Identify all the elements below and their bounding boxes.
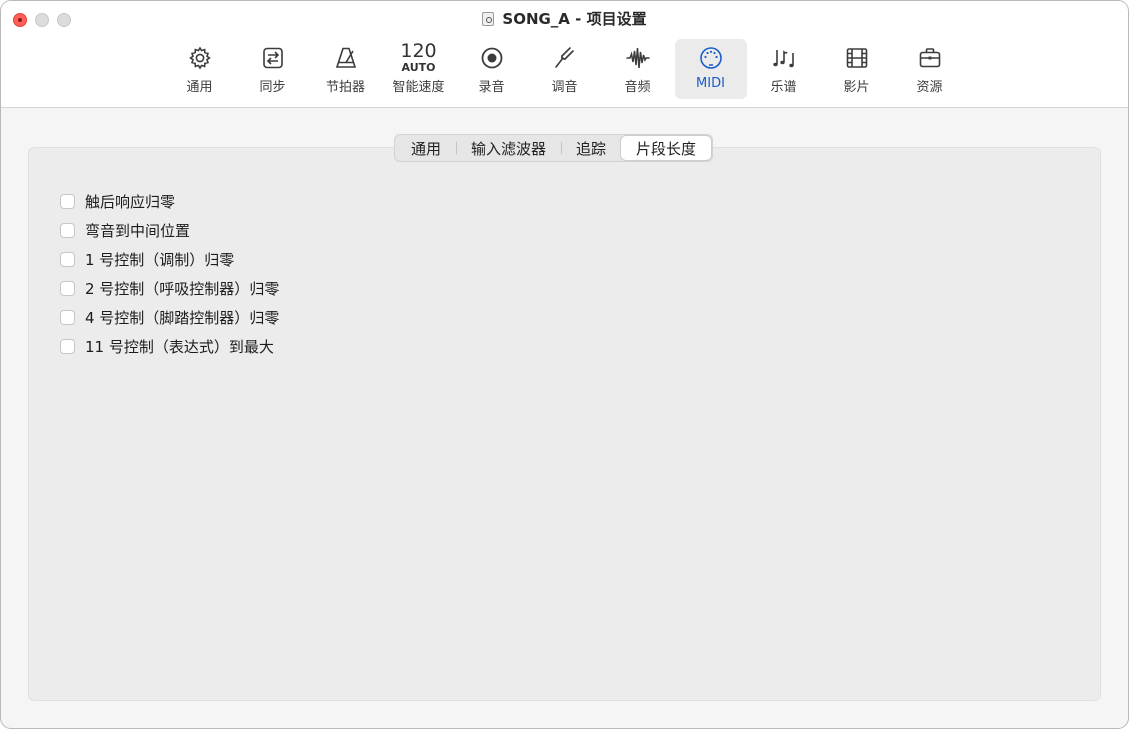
tab-general[interactable]: 通用: [396, 136, 456, 160]
toolbar-score[interactable]: 乐谱: [748, 39, 820, 99]
toolbar-smart-tempo[interactable]: 120 AUTO 智能速度: [383, 39, 455, 99]
toolbar-tuning-label: 调音: [551, 80, 578, 95]
film-icon: [844, 45, 870, 71]
document-icon: [482, 12, 495, 26]
option-cc2-reset: 2 号控制（呼吸控制器）归零: [60, 274, 279, 303]
option-cc11-max: 11 号控制（表达式）到最大: [60, 332, 279, 361]
briefcase-icon: [917, 45, 943, 71]
tab-chase[interactable]: 追踪: [561, 136, 621, 160]
option-label: 1 号控制（调制）归零: [85, 251, 235, 269]
toolbar-audio[interactable]: 音频: [602, 39, 674, 99]
cc4-reset-checkbox[interactable]: [60, 310, 75, 325]
music-notes-icon: [771, 45, 797, 71]
option-label: 触后响应归零: [85, 193, 176, 211]
toolbar-metronome[interactable]: 节拍器: [310, 39, 382, 99]
waveform-icon: [625, 45, 651, 71]
toolbar-midi[interactable]: MIDI: [674, 39, 747, 99]
toolbar-tuning[interactable]: 调音: [529, 39, 601, 99]
toolbar-general[interactable]: 通用: [164, 39, 236, 99]
midi-tab-bar: 通用 输入滤波器 追踪 片段长度: [394, 134, 714, 162]
smart-tempo-icon: 120 AUTO: [400, 41, 436, 73]
toolbar-assets-label: 资源: [916, 80, 943, 95]
tuning-fork-icon: [552, 45, 578, 71]
toolbar-recording-label: 录音: [478, 80, 505, 95]
toolbar-general-label: 通用: [186, 80, 213, 95]
window-title-text: SONG_A - 项目设置: [502, 10, 647, 28]
option-aftertouch-reset: 触后响应归零: [60, 187, 279, 216]
cc11-max-checkbox[interactable]: [60, 339, 75, 354]
reset-options-list: 触后响应归零 弯音到中间位置 1 号控制（调制）归零 2 号控制（呼吸控制器）归…: [60, 187, 279, 361]
project-settings-window: SONG_A - 项目设置 通用 同步 节拍器 120 AUTO 智能速度 录音…: [0, 0, 1129, 729]
record-icon: [479, 45, 505, 71]
toolbar-assets[interactable]: 资源: [894, 39, 966, 99]
toolbar-score-label: 乐谱: [770, 80, 797, 95]
option-label: 2 号控制（呼吸控制器）归零: [85, 280, 280, 298]
toolbar-sync-label: 同步: [259, 80, 286, 95]
toolbar-metronome-label: 节拍器: [325, 80, 365, 95]
toolbar-midi-label: MIDI: [696, 76, 725, 91]
option-pitchbend-center: 弯音到中间位置: [60, 216, 279, 245]
toolbar-audio-label: 音频: [624, 80, 651, 95]
option-cc1-reset: 1 号控制（调制）归零: [60, 245, 279, 274]
toolbar-movie[interactable]: 影片: [821, 39, 893, 99]
aftertouch-reset-checkbox[interactable]: [60, 194, 75, 209]
option-label: 4 号控制（脚踏控制器）归零: [85, 309, 280, 327]
pitchbend-center-checkbox[interactable]: [60, 223, 75, 238]
option-cc4-reset: 4 号控制（脚踏控制器）归零: [60, 303, 279, 332]
tempo-value: 120: [400, 39, 437, 62]
tab-input-filter[interactable]: 输入滤波器: [456, 136, 561, 160]
toolbar-movie-label: 影片: [843, 80, 870, 95]
sync-icon: [260, 45, 286, 71]
option-label: 11 号控制（表达式）到最大: [85, 338, 274, 356]
gear-icon: [187, 45, 213, 71]
toolbar-smart-tempo-label: 智能速度: [392, 80, 445, 95]
toolbar-sync[interactable]: 同步: [237, 39, 309, 99]
tempo-mode: AUTO: [401, 60, 436, 74]
toolbar-recording[interactable]: 录音: [456, 39, 528, 99]
title-bar: SONG_A - 项目设置 通用 同步 节拍器 120 AUTO 智能速度 录音…: [1, 1, 1128, 108]
window-title: SONG_A - 项目设置: [1, 8, 1128, 29]
cc2-reset-checkbox[interactable]: [60, 281, 75, 296]
settings-toolbar: 通用 同步 节拍器 120 AUTO 智能速度 录音 调音 音频 MIDI 乐谱…: [1, 39, 1128, 99]
metronome-icon: [333, 45, 359, 71]
cc1-reset-checkbox[interactable]: [60, 252, 75, 267]
midi-connector-icon: [698, 45, 724, 71]
tab-region-length[interactable]: 片段长度: [621, 136, 712, 160]
option-label: 弯音到中间位置: [85, 222, 191, 240]
